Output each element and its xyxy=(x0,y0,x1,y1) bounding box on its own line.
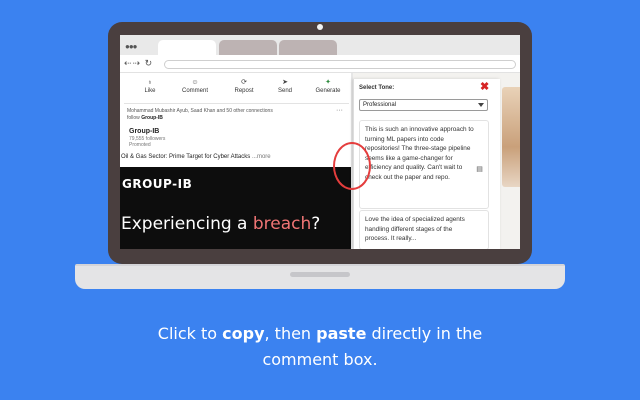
comment-button[interactable]: ☺ Comment xyxy=(178,79,212,95)
laptop-screen: ●●● ⇠⇢ ↻ ♁ Like ☺ Comment ⟳ Repost ➤ Sen… xyxy=(120,35,520,249)
comment-text: This is such an innovative approach to t… xyxy=(365,126,474,181)
address-bar[interactable] xyxy=(164,60,516,69)
caption: Click to copy, then paste directly in th… xyxy=(0,321,640,373)
sidebar-photo xyxy=(502,87,520,187)
web-page: ♁ Like ☺ Comment ⟳ Repost ➤ Send ✦ Gener… xyxy=(120,73,520,249)
browser-tab[interactable] xyxy=(279,40,337,55)
camera-icon xyxy=(317,24,323,30)
caption-line2: comment box. xyxy=(262,350,378,369)
banner-title: Experiencing a breach? xyxy=(121,214,320,234)
post-menu-icon[interactable]: ··· xyxy=(336,107,343,114)
generate-button[interactable]: ✦ Generate xyxy=(312,79,344,95)
post-action-bar: ♁ Like ☺ Comment ⟳ Repost ➤ Send ✦ Gener… xyxy=(120,75,351,99)
comment-icon: ☺ xyxy=(191,79,199,86)
send-label: Send xyxy=(277,88,292,94)
comment-text: Love the idea of specialized agents hand… xyxy=(365,216,465,243)
browser-tab-bar: ●●● xyxy=(120,35,520,55)
comment-suggestion[interactable]: Love the idea of specialized agents hand… xyxy=(359,210,489,249)
follow-company[interactable]: Group-IB xyxy=(141,115,163,121)
close-icon[interactable]: ✖ xyxy=(480,81,489,93)
chevron-down-icon xyxy=(478,103,484,107)
laptop-notch xyxy=(290,272,350,277)
browser-tab-active[interactable] xyxy=(158,40,216,55)
comment-suggestion[interactable]: This is such an innovative approach to t… xyxy=(359,120,489,209)
company-header[interactable]: Group-IB 79,555 followers Promoted xyxy=(129,128,165,148)
linkedin-post: ♁ Like ☺ Comment ⟳ Repost ➤ Send ✦ Gener… xyxy=(120,73,351,249)
send-icon: ➤ xyxy=(282,79,288,86)
banner-title-highlight: breach xyxy=(252,214,312,234)
banner-title-pre: Experiencing a xyxy=(121,214,253,234)
caption-bold-paste: paste xyxy=(316,324,367,343)
caption-part: Click to xyxy=(157,324,223,343)
see-more-link[interactable]: ...more xyxy=(252,154,271,160)
banner-title-post: ? xyxy=(311,214,321,234)
like-button[interactable]: ♁ Like xyxy=(139,79,161,95)
social-context: Mohammad Mubashir Ayub, Saad Khan and 50… xyxy=(127,108,339,122)
follow-prefix: follow xyxy=(127,115,142,121)
post-headline: Oil & Gas Sector: Prime Target for Cyber… xyxy=(121,154,271,160)
navigation-icons[interactable]: ⇠⇢ ↻ xyxy=(124,58,153,69)
copy-icon[interactable]: ▤ xyxy=(475,165,484,175)
caption-bold-copy: copy xyxy=(222,324,265,343)
caption-part: , then xyxy=(264,324,317,343)
tone-label: Select Tone: xyxy=(359,85,395,91)
tone-selected-value: Professional xyxy=(363,102,397,108)
repost-button[interactable]: ⟳ Repost xyxy=(229,79,259,95)
send-button[interactable]: ➤ Send xyxy=(273,79,297,95)
like-icon: ♁ xyxy=(147,79,153,86)
browser-tab[interactable] xyxy=(219,40,277,55)
window-controls-icon[interactable]: ●●● xyxy=(125,43,137,51)
extension-panel: Select Tone: ✖ Professional This is such… xyxy=(353,79,500,249)
connection-suffix: and 50 other connections xyxy=(215,108,273,114)
comment-label: Comment xyxy=(181,88,208,94)
caption-part: directly in the xyxy=(366,324,483,343)
headline-text: Oil & Gas Sector: Prime Target for Cyber… xyxy=(121,154,251,160)
highlight-circle xyxy=(333,142,371,190)
repost-icon: ⟳ xyxy=(241,79,247,86)
post-banner-image[interactable]: GROUP-IB Experiencing a breach? xyxy=(120,167,351,249)
connection-names[interactable]: Mohammad Mubashir Ayub, Saad Khan xyxy=(127,108,215,114)
generate-icon: ✦ xyxy=(325,79,331,86)
banner-brand: GROUP-IB xyxy=(122,177,193,191)
like-label: Like xyxy=(144,88,156,94)
browser-toolbar: ⇠⇢ ↻ xyxy=(120,55,520,73)
repost-label: Repost xyxy=(234,88,254,94)
tone-select[interactable]: Professional xyxy=(359,99,488,111)
generate-label: Generate xyxy=(315,88,341,94)
divider xyxy=(124,103,349,104)
laptop-base xyxy=(75,266,565,289)
company-name[interactable]: Group-IB xyxy=(129,128,165,136)
promoted-label: Promoted xyxy=(129,142,151,148)
